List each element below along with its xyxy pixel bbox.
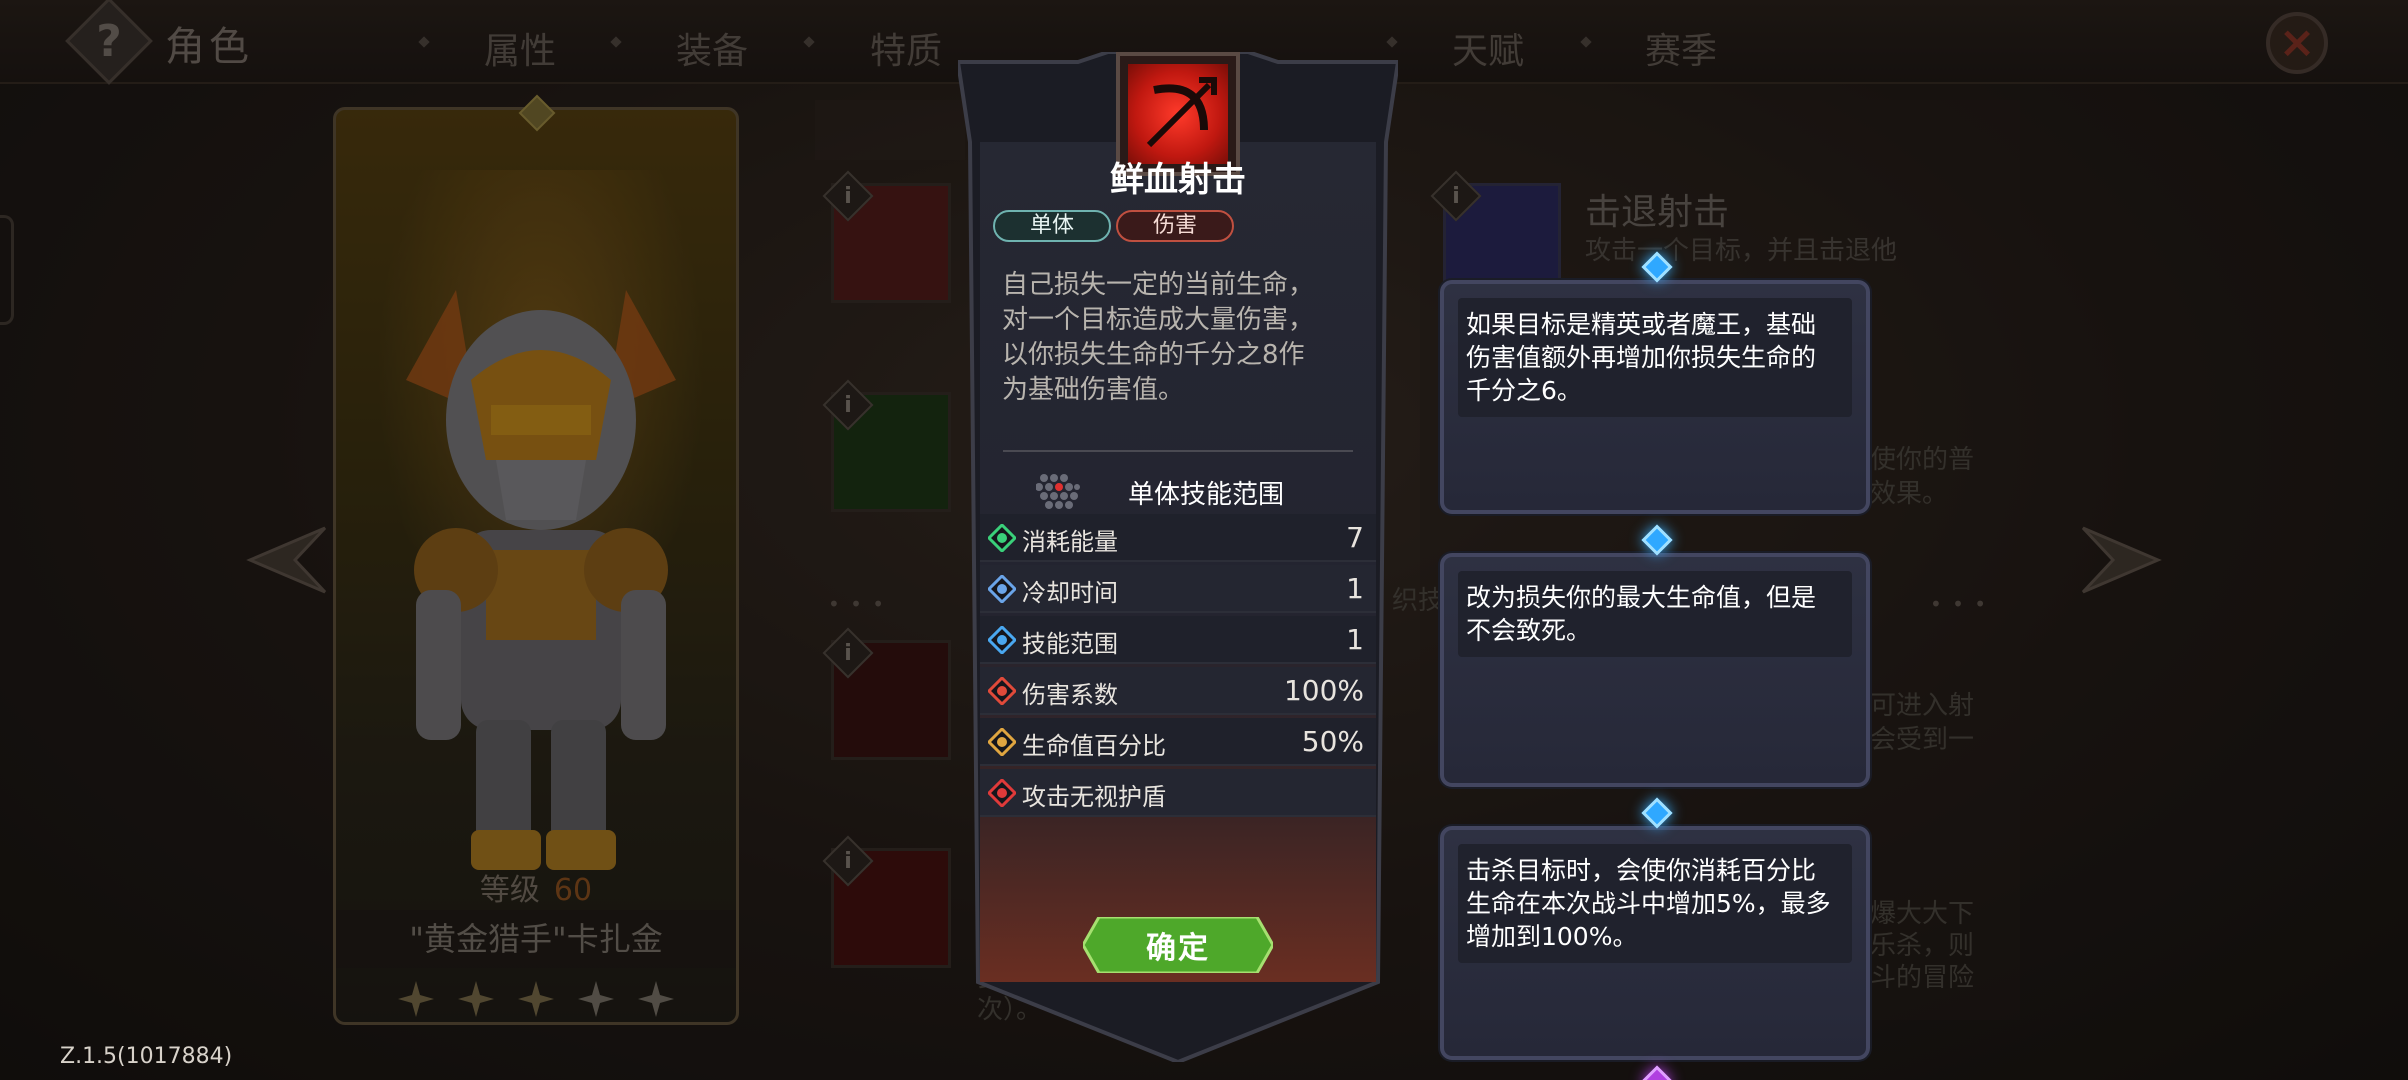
upgrade-text-line: 增加到100%。 <box>1466 922 1638 951</box>
range-grid-icon <box>1036 474 1080 509</box>
stat-value: 1 <box>1346 623 1364 656</box>
divider <box>1003 450 1353 452</box>
upgrade-text-line: 千分之6。 <box>1466 376 1582 405</box>
upgrade-text-line: 改为损失你的最大生命值，但是 <box>1466 583 1817 612</box>
stat-row: 生命值百分比 50% <box>980 718 1376 766</box>
skill-detail-popup: 鲜血射击 单体 伤害 自己损失一定的当前生命， 对一个目标造成大量伤害， 以你损… <box>958 52 1398 1062</box>
skill-description-line: 以你损失生命的千分之8作 <box>1002 340 1305 370</box>
skill-description: 自己损失一定的当前生命， 对一个目标造成大量伤害， 以你损失生命的千分之8作 为… <box>1002 268 1342 408</box>
ignore-shield-icon <box>988 779 1016 807</box>
tag-damage: 伤害 <box>1116 210 1234 242</box>
skill-range-row: 单体技能范围 <box>958 464 1398 514</box>
stat-label: 攻击无视护盾 <box>1022 783 1166 811</box>
health-percent-icon <box>988 728 1016 756</box>
range-icon <box>988 626 1016 654</box>
skill-title: 鲜血射击 <box>1110 160 1246 200</box>
upgrade-text-line: 击杀目标时，会使你消耗百分比 <box>1466 856 1817 885</box>
skill-range-label: 单体技能范围 <box>1128 480 1285 510</box>
cooldown-icon <box>988 575 1016 603</box>
upgrade-text-line: 伤害值额外再增加你损失生命的 <box>1466 343 1817 372</box>
stat-value: 1 <box>1346 572 1364 605</box>
stat-value: 7 <box>1346 521 1364 554</box>
upgrade-text: 改为损失你的最大生命值，但是 不会致死。 <box>1458 571 1852 657</box>
stat-label: 生命值百分比 <box>1022 732 1166 760</box>
upgrade-text: 击杀目标时，会使你消耗百分比 生命在本次战斗中增加5%，最多 增加到100%。 <box>1458 844 1852 963</box>
confirm-button[interactable]: 确定 <box>1083 917 1273 973</box>
tag-single-target: 单体 <box>993 210 1111 242</box>
upgrade-card[interactable]: 如果目标是精英或者魔王，基础 伤害值额外再增加你损失生命的 千分之6。 <box>1440 280 1870 514</box>
stat-row: 冷却时间 1 <box>980 565 1376 613</box>
stat-label: 消耗能量 <box>1022 528 1118 556</box>
upgrade-text-line: 生命在本次战斗中增加5%，最多 <box>1466 889 1831 918</box>
stat-label: 技能范围 <box>1022 630 1118 658</box>
stat-label: 伤害系数 <box>1022 681 1118 709</box>
energy-icon <box>988 524 1016 552</box>
upgrade-text-line: 不会致死。 <box>1466 616 1592 645</box>
skill-description-line: 对一个目标造成大量伤害， <box>1002 305 1315 335</box>
stat-row: 攻击无视护盾 <box>980 769 1376 817</box>
stat-value: 100% <box>1283 674 1364 707</box>
upgrade-card[interactable]: 改为损失你的最大生命值，但是 不会致死。 <box>1440 553 1870 787</box>
upgrade-card[interactable]: 击杀目标时，会使你消耗百分比 生命在本次战斗中增加5%，最多 增加到100%。 <box>1440 826 1870 1060</box>
stat-row: 伤害系数 100% <box>980 667 1376 715</box>
stat-value: 50% <box>1301 725 1364 758</box>
damage-coefficient-icon <box>988 677 1016 705</box>
skill-description-line: 为基础伤害值。 <box>1002 375 1185 405</box>
stat-row: 技能范围 1 <box>980 616 1376 664</box>
upgrade-text-line: 如果目标是精英或者魔王，基础 <box>1466 310 1817 339</box>
stat-row: 消耗能量 7 <box>980 514 1376 562</box>
upgrade-text: 如果目标是精英或者魔王，基础 伤害值额外再增加你损失生命的 千分之6。 <box>1458 298 1852 417</box>
skill-description-line: 自己损失一定的当前生命， <box>1002 270 1315 300</box>
stat-label: 冷却时间 <box>1022 579 1118 607</box>
version-label: Z.1.5(1017884) <box>60 1044 233 1069</box>
confirm-label: 确定 <box>1146 931 1210 966</box>
